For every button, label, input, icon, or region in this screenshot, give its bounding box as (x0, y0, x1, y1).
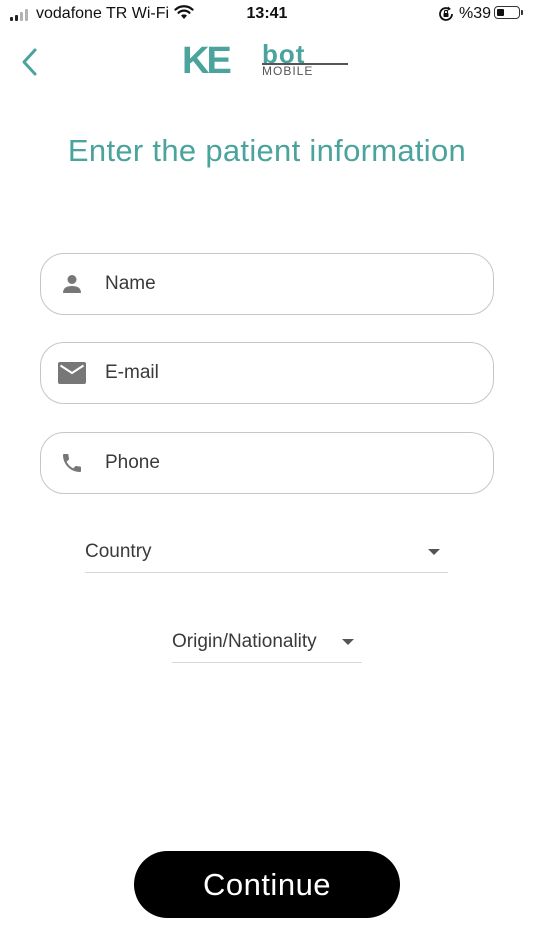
phone-field[interactable] (40, 432, 494, 494)
mail-icon (56, 357, 88, 389)
phone-icon (56, 447, 88, 479)
person-icon (56, 268, 88, 300)
dropdown-arrow-icon (428, 549, 440, 555)
battery-icon (494, 6, 523, 19)
kebot-logo: KE bot MOBILE (182, 39, 352, 84)
continue-button[interactable]: Continue (134, 851, 400, 918)
email-field[interactable] (40, 342, 494, 404)
back-button[interactable] (12, 44, 48, 80)
logo-mobile: MOBILE (262, 64, 314, 78)
origin-select-value: Origin/Nationality (172, 631, 317, 652)
logo-ke: KE (182, 40, 232, 82)
status-bar: vodafone TR Wi-Fi 13:41 %39 (0, 0, 534, 28)
origin-select[interactable]: Origin/Nationality (172, 622, 362, 663)
name-field[interactable] (40, 253, 494, 315)
page-title: Enter the patient information (67, 133, 467, 168)
battery-fill (497, 9, 504, 16)
name-input[interactable] (103, 272, 447, 296)
email-input[interactable] (103, 361, 447, 385)
phone-input[interactable] (103, 451, 447, 475)
rotation-lock-icon (437, 5, 455, 28)
battery-percent: %39 (459, 5, 492, 22)
country-select[interactable]: Country (85, 532, 448, 573)
dropdown-arrow-icon (342, 639, 354, 645)
country-select-value: Country (85, 541, 152, 562)
chevron-left-icon (22, 48, 37, 76)
